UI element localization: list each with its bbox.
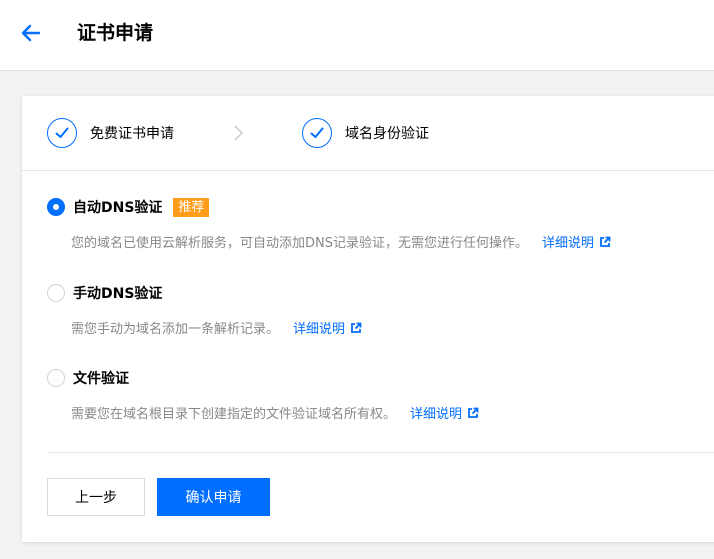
details-link[interactable]: 详细说明 — [293, 318, 362, 337]
back-button[interactable] — [18, 20, 44, 46]
radio-file-verify[interactable] — [47, 369, 65, 387]
page-title: 证书申请 — [77, 22, 154, 44]
option-manual-dns: 手动DNS验证 需您手动为域名添加一条解析记录。 详细说明 — [47, 282, 362, 337]
details-link[interactable]: 详细说明 — [410, 403, 479, 422]
divider — [47, 452, 714, 453]
recommended-badge: 推荐 — [173, 197, 210, 217]
details-link-label: 详细说明 — [410, 407, 463, 422]
details-link-label: 详细说明 — [542, 236, 595, 251]
step-1: 免费证书申请 — [47, 116, 174, 150]
step-1-label: 免费证书申请 — [90, 126, 174, 142]
external-link-icon — [599, 236, 611, 248]
details-link-label: 详细说明 — [293, 322, 346, 337]
radio-manual-dns[interactable] — [47, 284, 65, 302]
option-file-verify: 文件验证 需要您在域名根目录下创建指定的文件验证域名所有权。 详细说明 — [47, 367, 479, 422]
confirm-apply-button[interactable]: 确认申请 — [157, 478, 270, 516]
content-card: 免费证书申请 域名身份验证 自动DNS验证 推荐 您的域名已使用云解析服务，可自… — [22, 96, 714, 542]
option-auto-dns: 自动DNS验证 推荐 您的域名已使用云解析服务，可自动添加DNS记录验证，无需您… — [47, 196, 611, 251]
option-label: 文件验证 — [73, 371, 129, 387]
option-label: 手动DNS验证 — [73, 286, 163, 302]
arrow-left-icon — [21, 24, 41, 42]
external-link-icon — [350, 322, 362, 334]
step-2: 域名身份验证 — [302, 116, 429, 150]
radio-auto-dns[interactable] — [47, 198, 65, 216]
previous-step-button[interactable]: 上一步 — [47, 478, 145, 516]
chevron-right-icon — [232, 124, 244, 146]
option-label: 自动DNS验证 — [73, 200, 163, 216]
step-2-label: 域名身份验证 — [345, 126, 429, 142]
step-2-check-circle — [302, 118, 332, 148]
page-header: 证书申请 — [0, 0, 714, 71]
check-icon — [310, 127, 324, 138]
step-indicator: 免费证书申请 域名身份验证 — [22, 96, 714, 171]
external-link-icon — [467, 407, 479, 419]
option-description: 您的域名已使用云解析服务，可自动添加DNS记录验证，无需您进行任何操作。 — [71, 236, 528, 251]
step-1-check-circle — [47, 118, 77, 148]
option-description: 需您手动为域名添加一条解析记录。 — [71, 322, 280, 337]
details-link[interactable]: 详细说明 — [542, 232, 611, 251]
option-description: 需要您在域名根目录下创建指定的文件验证域名所有权。 — [71, 407, 397, 422]
check-icon — [55, 127, 69, 138]
